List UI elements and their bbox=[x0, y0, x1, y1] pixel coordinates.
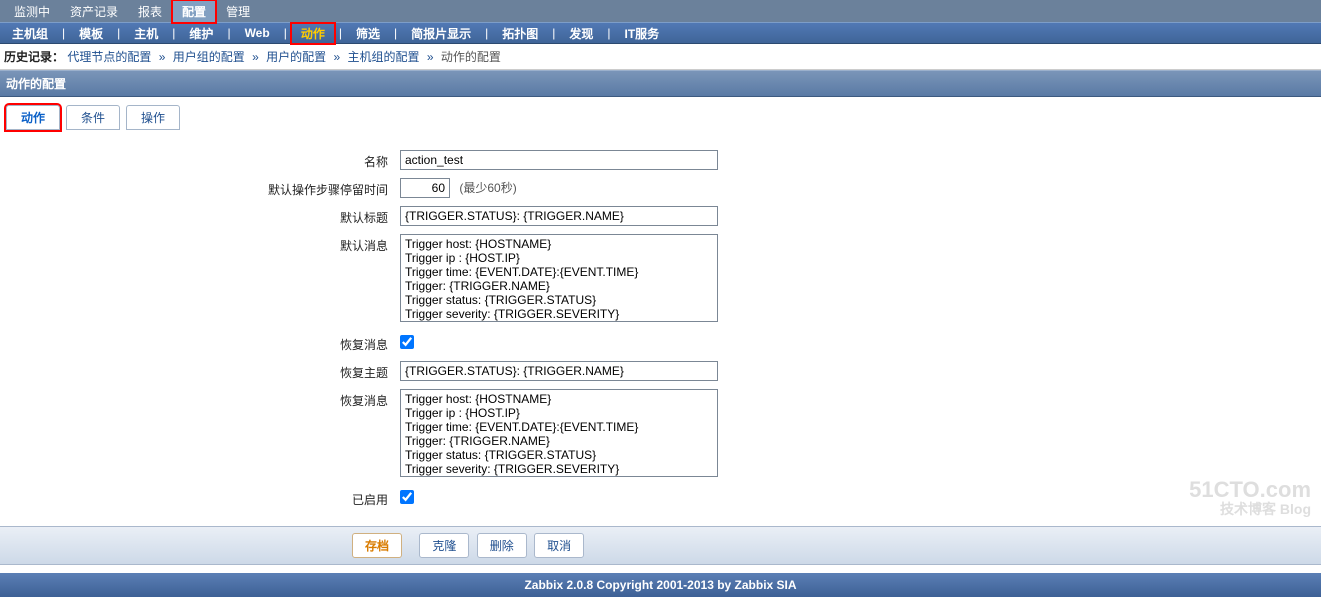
separator: | bbox=[223, 26, 234, 40]
default-subject-label: 默认标题 bbox=[0, 206, 400, 226]
sub-nav-templates[interactable]: 模板 bbox=[69, 23, 113, 44]
sub-nav-maintenance[interactable]: 维护 bbox=[179, 23, 223, 44]
tab-row: 动作 条件 操作 bbox=[0, 97, 1321, 130]
breadcrumb-current: 动作的配置 bbox=[441, 50, 501, 64]
recovery-subject-label: 恢复主题 bbox=[0, 361, 400, 381]
separator: | bbox=[335, 26, 346, 40]
separator: | bbox=[113, 26, 124, 40]
recovery-message-label: 恢复消息 bbox=[0, 389, 400, 409]
top-nav: 监测中 资产记录 报表 配置 管理 bbox=[0, 0, 1321, 22]
sub-nav-maps[interactable]: 拓扑图 bbox=[492, 23, 548, 44]
separator: | bbox=[58, 26, 69, 40]
recovery-message-textarea[interactable] bbox=[400, 389, 718, 477]
breadcrumb-sep: » bbox=[248, 50, 263, 64]
clone-button[interactable]: 克隆 bbox=[419, 533, 469, 558]
separator: | bbox=[390, 26, 401, 40]
footer-bar: 存档 克隆 删除 取消 bbox=[0, 526, 1321, 565]
delete-button[interactable]: 删除 bbox=[477, 533, 527, 558]
tab-operations[interactable]: 操作 bbox=[126, 105, 180, 130]
separator: | bbox=[481, 26, 492, 40]
step-duration-hint: (最少60秒) bbox=[453, 181, 516, 195]
sub-nav-web[interactable]: Web bbox=[235, 24, 280, 42]
step-duration-label: 默认操作步骤停留时间 bbox=[0, 178, 400, 198]
cancel-button[interactable]: 取消 bbox=[534, 533, 584, 558]
tab-conditions[interactable]: 条件 bbox=[66, 105, 120, 130]
default-message-label: 默认消息 bbox=[0, 234, 400, 254]
top-nav-reports[interactable]: 报表 bbox=[128, 0, 172, 23]
action-form: 名称 默认操作步骤停留时间 (最少60秒) 默认标题 默认消息 恢复消息 恢复主… bbox=[0, 130, 1321, 526]
breadcrumb-link[interactable]: 用户组的配置 bbox=[173, 50, 245, 64]
top-nav-admin[interactable]: 管理 bbox=[216, 0, 260, 23]
default-message-textarea[interactable] bbox=[400, 234, 718, 322]
step-duration-input[interactable] bbox=[400, 178, 450, 198]
default-subject-input[interactable] bbox=[400, 206, 718, 226]
separator: | bbox=[280, 26, 291, 40]
recovery-subject-input[interactable] bbox=[400, 361, 718, 381]
breadcrumb-label: 历史记录： bbox=[4, 50, 64, 64]
top-nav-configuration[interactable]: 配置 bbox=[172, 0, 216, 23]
name-label: 名称 bbox=[0, 150, 400, 170]
page-title: 动作的配置 bbox=[0, 70, 1321, 97]
breadcrumb-link[interactable]: 用户的配置 bbox=[266, 50, 326, 64]
breadcrumb-sep: » bbox=[155, 50, 170, 64]
breadcrumb-link[interactable]: 主机组的配置 bbox=[348, 50, 420, 64]
separator: | bbox=[548, 26, 559, 40]
enabled-checkbox[interactable] bbox=[400, 490, 414, 504]
save-button[interactable]: 存档 bbox=[352, 533, 402, 558]
sub-nav-actions[interactable]: 动作 bbox=[291, 23, 335, 44]
sub-nav-hostgroups[interactable]: 主机组 bbox=[2, 23, 58, 44]
top-nav-monitoring[interactable]: 监测中 bbox=[4, 0, 60, 23]
separator: | bbox=[603, 26, 614, 40]
sub-nav-hosts[interactable]: 主机 bbox=[124, 23, 168, 44]
sub-nav-screens[interactable]: 筛选 bbox=[346, 23, 390, 44]
name-input[interactable] bbox=[400, 150, 718, 170]
recovery-msg-label: 恢复消息 bbox=[0, 333, 400, 353]
breadcrumb: 历史记录： 代理节点的配置 » 用户组的配置 » 用户的配置 » 主机组的配置 … bbox=[0, 44, 1321, 70]
tab-action[interactable]: 动作 bbox=[6, 105, 60, 130]
sub-nav-discovery[interactable]: 发现 bbox=[559, 23, 603, 44]
breadcrumb-sep: » bbox=[423, 50, 438, 64]
top-nav-inventory[interactable]: 资产记录 bbox=[60, 0, 128, 23]
separator: | bbox=[168, 26, 179, 40]
sub-nav: 主机组| 模板| 主机| 维护| Web| 动作| 筛选| 简报片显示| 拓扑图… bbox=[0, 22, 1321, 44]
recovery-msg-checkbox[interactable] bbox=[400, 335, 414, 349]
sub-nav-itservices[interactable]: IT服务 bbox=[615, 23, 670, 44]
breadcrumb-link[interactable]: 代理节点的配置 bbox=[67, 50, 151, 64]
sub-nav-slideshows[interactable]: 简报片显示 bbox=[401, 23, 481, 44]
breadcrumb-sep: » bbox=[330, 50, 345, 64]
enabled-label: 已启用 bbox=[0, 488, 400, 508]
copyright: Zabbix 2.0.8 Copyright 2001-2013 by Zabb… bbox=[0, 573, 1321, 597]
